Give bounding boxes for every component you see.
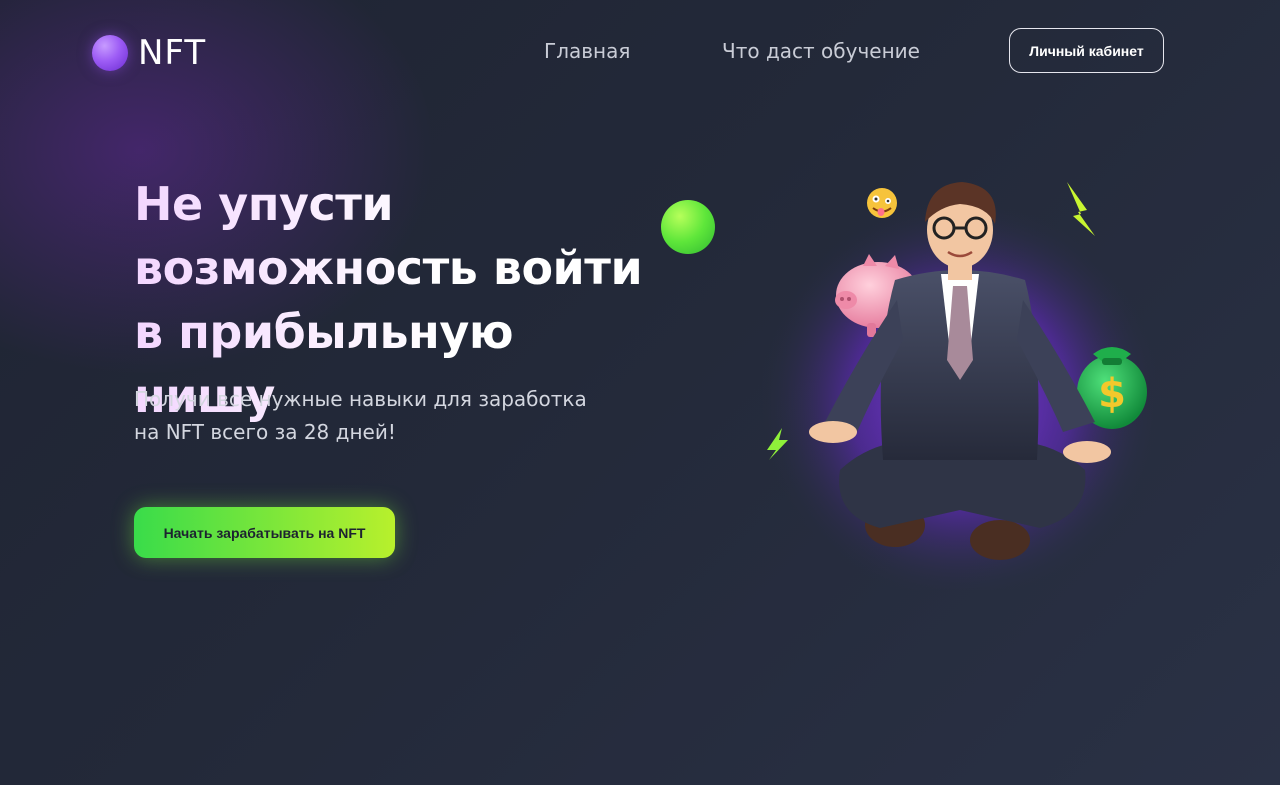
hero-subtitle-line-1: Получи все нужные навыки для заработка xyxy=(134,387,587,411)
svg-text:$: $ xyxy=(1098,371,1126,417)
start-earning-button[interactable]: Начать зарабатывать на NFT xyxy=(134,507,395,558)
personal-cabinet-button[interactable]: Личный кабинет xyxy=(1009,28,1164,73)
hero-title-line-2: возможность войти xyxy=(134,241,643,295)
hero-illustration: $ xyxy=(760,182,1160,590)
lightning-icon xyxy=(1067,182,1095,236)
nav-what-learning-gives-link[interactable]: Что даст обучение xyxy=(722,39,920,63)
logo-orb-icon xyxy=(92,35,128,71)
green-sphere-icon xyxy=(661,200,715,254)
hero-title-line-1: Не упусти xyxy=(134,177,394,231)
hero-subtitle: Получи все нужные навыки для заработка н… xyxy=(134,383,604,449)
nav-home-link[interactable]: Главная xyxy=(544,39,630,63)
hero-subtitle-line-2: на NFT всего за 28 дней! xyxy=(134,420,396,444)
logo-text: NFT xyxy=(138,33,207,73)
emoji-icon xyxy=(867,188,897,218)
logo[interactable]: NFT xyxy=(92,33,206,73)
